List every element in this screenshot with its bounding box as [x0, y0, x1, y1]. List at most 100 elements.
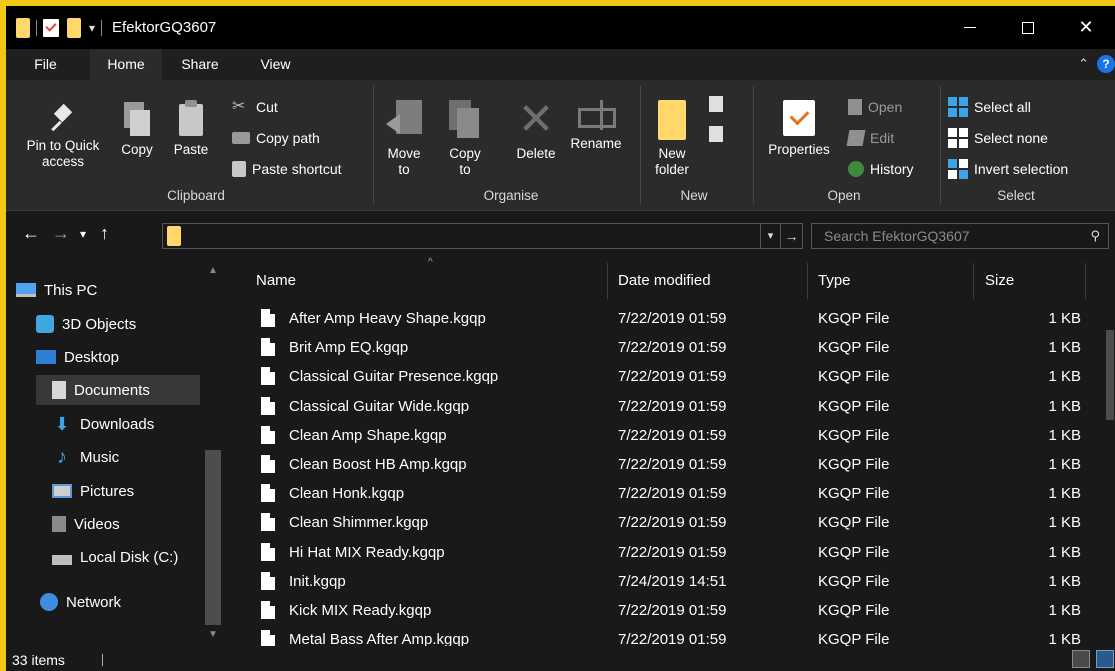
paste-button[interactable]: Paste — [168, 100, 214, 158]
up-arrow-icon[interactable]: ↑ — [100, 223, 109, 244]
paste-shortcut-button[interactable]: Paste shortcut — [232, 157, 342, 181]
scroll-up-icon[interactable]: ▲ — [208, 265, 218, 276]
downloads-icon: ⬇ — [54, 414, 70, 434]
file-size: 1 KB — [1048, 310, 1081, 327]
file-row[interactable]: Hi Hat MIX Ready.kgqp 7/22/2019 01:59 KGQP… — [256, 538, 1096, 567]
column-divider[interactable] — [607, 263, 608, 299]
file-row[interactable]: Clean Amp Shape.kgqp 7/22/2019 01:59 KGQP … — [256, 421, 1096, 450]
file-row[interactable]: Init.kgqp 7/24/2019 14:51 KGQP File 1 KB — [256, 567, 1096, 596]
file-row[interactable]: Classical Guitar Presence.kgqp 7/22/2019 … — [256, 362, 1096, 391]
window-title: EfektorGQ3607 — [112, 19, 217, 36]
cut-button[interactable]: Cut — [232, 95, 278, 119]
group-divider — [753, 86, 754, 204]
quick-access-dropdown[interactable]: ▾ — [89, 21, 95, 35]
scrollbar-thumb[interactable] — [205, 450, 221, 625]
large-icons-view-icon[interactable] — [1096, 650, 1114, 668]
copy-path-button[interactable]: Copy path — [232, 126, 320, 150]
column-divider[interactable] — [973, 263, 974, 299]
file-row[interactable]: Clean Honk.kgqp 7/22/2019 01:59 KGQP File 1… — [256, 479, 1096, 508]
column-divider[interactable] — [1085, 263, 1086, 299]
nav-item-label: Documents — [74, 381, 150, 399]
file-size: 1 KB — [1048, 485, 1081, 503]
address-history-dropdown[interactable]: ▾ — [761, 223, 781, 249]
forward-arrow-icon[interactable]: → — [52, 223, 70, 244]
column-header-name[interactable]: Name — [256, 263, 296, 299]
pin-icon — [49, 102, 77, 132]
maximize-button[interactable] — [999, 6, 1057, 49]
column-header-size[interactable]: Size — [985, 263, 1014, 299]
pin-to-quick-access-button[interactable]: Pin to Quick access — [16, 102, 110, 170]
file-name: Clean Honk.kgqp — [289, 485, 405, 503]
new-item-button[interactable] — [709, 96, 731, 117]
invert-selection-button[interactable]: Invert selection — [948, 157, 1068, 181]
select-none-button[interactable]: Select none — [948, 126, 1048, 150]
search-input[interactable]: Search EfektorGQ3607 ⚲ — [811, 223, 1109, 249]
open-button[interactable]: Open — [848, 95, 902, 119]
column-header-type[interactable]: Type — [818, 263, 851, 299]
nav-item-3d-objects[interactable]: 3D Objects — [36, 309, 230, 339]
properties-icon — [783, 100, 815, 136]
file-size: 1 KB — [1048, 572, 1081, 590]
paste-icon — [177, 100, 205, 136]
scroll-down-icon[interactable]: ▼ — [208, 629, 218, 640]
back-arrow-icon[interactable]: ← — [22, 223, 40, 244]
scrollbar-thumb[interactable] — [1106, 330, 1114, 420]
divider — [102, 654, 103, 666]
file-row[interactable]: Clean Boost HB Amp.kgqp 7/22/2019 01:59 KG… — [256, 450, 1096, 479]
nav-item-this-pc[interactable]: This PC — [16, 275, 210, 305]
file-row[interactable]: Brit Amp EQ.kgqp 7/22/2019 01:59 KGQP File… — [256, 333, 1096, 362]
column-divider[interactable] — [807, 263, 808, 299]
folder-icon — [167, 226, 181, 246]
properties-quick-icon[interactable] — [43, 18, 59, 37]
easy-access-button[interactable] — [709, 126, 731, 147]
go-arrow-icon[interactable]: → — [781, 223, 803, 249]
nav-item-documents[interactable]: Documents — [36, 375, 200, 405]
details-view-icon[interactable] — [1072, 650, 1090, 668]
select-none-label: Select none — [974, 130, 1048, 146]
collapse-ribbon-icon[interactable]: ⌃ — [1078, 56, 1089, 72]
file-type: KGQP File — [818, 543, 890, 561]
file-row[interactable]: Clean Shimmer.kgqp 7/22/2019 01:59 KGQP Fi… — [256, 508, 1096, 537]
copy-to-button[interactable]: Copy to — [442, 100, 488, 178]
properties-button[interactable]: Properties — [761, 100, 837, 158]
file-row[interactable]: After Amp Heavy Shape.kgqp 7/22/2019 01:5… — [256, 304, 1096, 333]
history-button[interactable]: History — [848, 157, 914, 181]
file-icon — [261, 542, 275, 561]
select-all-button[interactable]: Select all — [948, 95, 1031, 119]
tab-share[interactable]: Share — [162, 49, 238, 80]
tab-home[interactable]: Home — [90, 49, 162, 80]
title-bar: ▾ EfektorGQ3607 ✕ — [6, 6, 1115, 49]
navigation-scrollbar[interactable]: ▲ ▼ — [203, 255, 223, 646]
edit-button[interactable]: Edit — [846, 126, 894, 150]
delete-button[interactable]: ✕ Delete — [510, 98, 562, 162]
item-count: 33 items — [12, 652, 65, 668]
file-list-scrollbar[interactable] — [1105, 255, 1115, 646]
file-size: 1 KB — [1048, 339, 1081, 357]
file-icon — [261, 601, 275, 619]
file-row[interactable]: Kick MIX Ready.kgqp 7/22/2019 01:59 KGQP F… — [256, 596, 1096, 625]
navigation-bar: ← → ▾ ↑ ▾ → Search EfektorGQ3607 ⚲ — [6, 211, 1115, 255]
move-to-button[interactable]: Move to — [381, 100, 427, 178]
file-size: 1 KB — [1048, 543, 1081, 561]
nav-item-desktop[interactable]: Desktop — [36, 342, 230, 372]
open-group-label: Open — [827, 188, 861, 203]
file-date-modified: 7/22/2019 01:59 — [618, 602, 727, 619]
copy-button[interactable]: Copy — [114, 102, 160, 158]
copy-icon — [124, 102, 150, 136]
address-bar[interactable] — [162, 223, 761, 249]
help-icon[interactable]: ? — [1097, 55, 1115, 73]
tab-file[interactable]: File — [6, 49, 85, 80]
close-button[interactable]: ✕ — [1057, 6, 1115, 49]
rename-button[interactable]: Rename — [566, 100, 626, 152]
recent-locations-icon[interactable]: ▾ — [80, 227, 86, 241]
new-folder-quick-icon[interactable] — [67, 17, 81, 38]
file-row[interactable]: Classical Guitar Wide.kgqp 7/22/2019 01:5… — [256, 392, 1096, 421]
history-label: History — [870, 161, 914, 177]
tab-view[interactable]: View — [238, 49, 313, 80]
nav-item-label: 3D Objects — [62, 315, 137, 333]
column-header-date[interactable]: Date modified — [618, 263, 711, 299]
minimize-button[interactable] — [941, 6, 999, 49]
new-folder-button[interactable]: New folder — [648, 100, 696, 178]
new-item-icon — [709, 96, 731, 112]
network-icon — [40, 593, 58, 611]
